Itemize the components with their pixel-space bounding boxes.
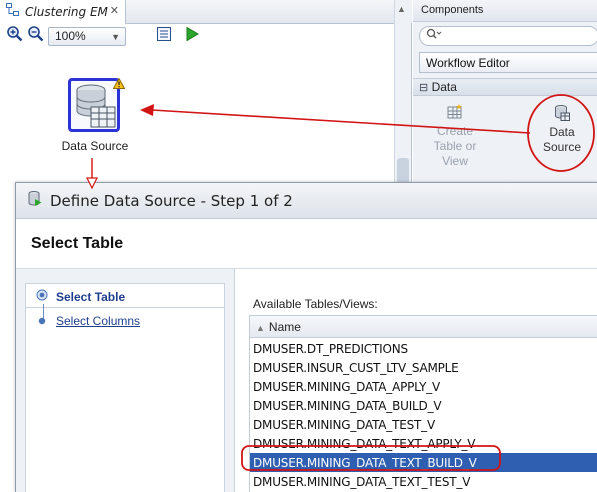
editor-toolbar: 100% ▼ [0,24,412,48]
chevron-down-icon: ▼ [111,31,120,42]
editor-tabbar: Clustering EM ✕ [0,0,412,24]
item-label-line-1: Data [549,125,575,139]
zoom-value: 100% [55,29,86,43]
warning-icon [112,76,126,94]
panel-title: Components [413,0,597,22]
tab-title: Clustering EM [25,5,108,19]
zoom-out-icon[interactable] [27,25,44,47]
collapse-icon: ⊟ [419,82,429,94]
component-search-input[interactable] [419,26,597,46]
screen: Clustering EM ✕ 100% ▼ Data Source ▲ Com… [0,0,597,492]
table-row[interactable]: DMUSER.MINING_DATA_TEST_V [250,415,597,434]
item-label-line-2: Source [542,140,582,154]
create-table-icon [446,104,464,123]
current-step-icon [36,288,48,306]
create-table-or-view-item: Create Table or View [427,104,483,169]
step-icon [38,312,46,330]
node-label: Data Source [61,139,129,153]
table-row[interactable]: DMUSER.MINING_DATA_TEXT_APPLY_V [250,434,597,453]
vertical-scrollbar[interactable]: ▲ [394,0,411,185]
table-row[interactable]: DMUSER.MINING_DATA_TEXT_TEST_V [250,472,597,491]
table-row[interactable]: DMUSER.DT_PREDICTIONS [250,339,597,358]
table-row[interactable]: DMUSER.MINING_DATA_APPLY_V [250,377,597,396]
close-icon[interactable]: ✕ [110,4,119,17]
dialog-titlebar[interactable]: Define Data Source - Step 1 of 2 [16,183,597,219]
table-row[interactable]: DMUSER.INSUR_CUST_LTV_SAMPLE [250,358,597,377]
table-row-selected[interactable]: DMUSER.MINING_DATA_TEXT_BUILD_V [250,453,597,472]
define-data-source-dialog: Define Data Source - Step 1 of 2 Select … [15,182,597,492]
tab-clustering-em[interactable]: Clustering EM ✕ [0,0,126,24]
workflow-icon [6,3,19,21]
step-select-columns[interactable]: Select Columns [26,310,224,332]
step-link: Select Columns [56,314,141,328]
item-label-line-2: Table or [433,139,477,153]
table-row[interactable]: DMUSER.MINING_DATA_BUILD_V [250,396,597,415]
zoom-in-icon[interactable] [6,25,23,47]
step-heading: Select Table [16,219,597,269]
item-label-line-3: View [442,154,468,168]
table-selection-panel: Available Tables/Views: ▲ Name DMUSER.DT_… [234,269,597,492]
step-navigation: Select Table Select Columns [25,283,225,492]
run-icon[interactable] [184,26,200,47]
chevron-up-icon[interactable]: ▲ [397,4,406,14]
available-tables-label: Available Tables/Views: [253,297,378,311]
data-source-icon [28,190,42,212]
zoom-select[interactable]: 100% ▼ [48,26,126,46]
workflow-editor: Clustering EM ✕ 100% ▼ Data Source ▲ [0,0,412,185]
item-label-line-1: Create [436,124,474,138]
available-tables-list: ▲ Name DMUSER.DT_PREDICTIONS DMUSER.INSUR… [249,315,597,492]
column-header-name[interactable]: ▲ Name [250,316,597,338]
dialog-title: Define Data Source - Step 1 of 2 [50,191,293,210]
step-select-table[interactable]: Select Table [26,286,224,308]
step-label: Select Table [56,289,126,304]
data-source-icon [554,105,570,124]
data-section-header[interactable]: ⊟ Data [413,78,597,96]
search-icon [426,27,442,45]
components-panel: Components Workflow Editor ⊟ Data Create… [413,0,597,185]
sort-ascending-icon: ▲ [256,323,265,333]
section-label: Data [431,80,457,94]
palette-category-select[interactable]: Workflow Editor [419,52,597,73]
column-header-label: Name [268,320,301,334]
properties-icon[interactable] [156,26,172,47]
scrollbar-thumb[interactable] [397,158,409,184]
dialog-body: Select Table Select Columns Available Ta… [16,269,597,492]
data-source-item[interactable]: Data Source [533,104,591,155]
database-table-icon [71,84,117,133]
